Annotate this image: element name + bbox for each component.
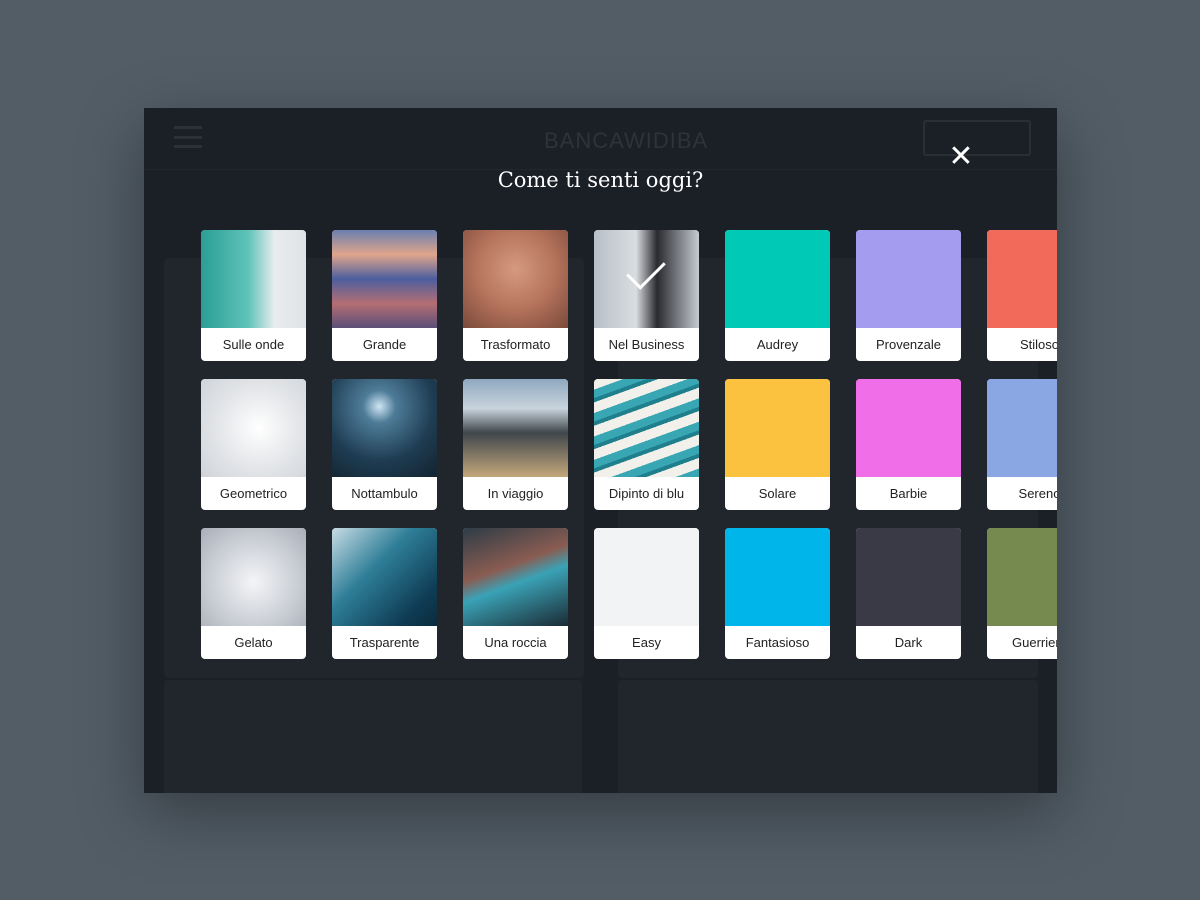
theme-preview: [594, 379, 699, 477]
theme-label: Sulle onde: [222, 337, 285, 352]
theme-preview: [463, 528, 568, 626]
theme-label: Una roccia: [484, 635, 547, 650]
theme-preview: [201, 528, 306, 626]
theme-picker-modal: BANCAWIDIBA Come ti senti oggi? ✕ Sulle …: [144, 108, 1057, 793]
theme-label: In viaggio: [487, 486, 544, 501]
theme-card[interactable]: Provenzale: [856, 230, 961, 361]
theme-preview: [594, 528, 699, 626]
menu-icon: [174, 126, 202, 148]
theme-label: Easy: [632, 635, 661, 650]
theme-card[interactable]: Easy: [594, 528, 699, 659]
theme-preview: [987, 528, 1057, 626]
close-icon[interactable]: ✕: [946, 142, 976, 172]
theme-label: Provenzale: [875, 337, 942, 352]
theme-label: Nel Business: [608, 337, 685, 352]
theme-card[interactable]: Barbie: [856, 379, 961, 510]
theme-card[interactable]: Una roccia: [463, 528, 568, 659]
theme-label: Dipinto di blu: [608, 486, 685, 501]
theme-label: Nottambulo: [351, 486, 418, 501]
theme-label: Fantasioso: [745, 635, 810, 650]
theme-preview: [201, 230, 306, 328]
theme-card[interactable]: Dipinto di blu: [594, 379, 699, 510]
background-panel: [164, 680, 582, 793]
theme-card[interactable]: Gelato: [201, 528, 306, 659]
theme-card[interactable]: Geometrico: [201, 379, 306, 510]
theme-card[interactable]: Grande: [332, 230, 437, 361]
theme-card[interactable]: Solare: [725, 379, 830, 510]
theme-label: Trasformato: [480, 337, 551, 352]
background-header: BANCAWIDIBA: [144, 108, 1057, 170]
theme-preview: [725, 379, 830, 477]
theme-card[interactable]: Trasparente: [332, 528, 437, 659]
theme-card[interactable]: Sulle onde: [201, 230, 306, 361]
theme-label: Gelato: [234, 635, 273, 650]
theme-preview: [725, 528, 830, 626]
theme-preview: [725, 230, 830, 328]
theme-label: Solare: [758, 486, 797, 501]
theme-label: Audrey: [756, 337, 799, 352]
theme-preview: [201, 379, 306, 477]
theme-card[interactable]: Dark: [856, 528, 961, 659]
theme-card[interactable]: Fantasioso: [725, 528, 830, 659]
theme-label: Guerriero: [1012, 635, 1057, 650]
theme-preview: [987, 379, 1057, 477]
theme-card[interactable]: Trasformato: [463, 230, 568, 361]
theme-label: Barbie: [889, 486, 928, 501]
theme-card[interactable]: Sereno: [987, 379, 1057, 510]
brand-logo: BANCAWIDIBA: [544, 128, 709, 153]
theme-preview: [987, 230, 1057, 328]
theme-card[interactable]: Nottambulo: [332, 379, 437, 510]
theme-preview: [332, 379, 437, 477]
theme-label: Stiloso: [1019, 337, 1057, 352]
theme-label: Grande: [362, 337, 407, 352]
theme-label: Geometrico: [219, 486, 288, 501]
theme-preview: [856, 528, 961, 626]
theme-preview: [856, 379, 961, 477]
theme-card[interactable]: Guerriero: [987, 528, 1057, 659]
background-panel: [618, 680, 1038, 793]
background-logout-button: [923, 120, 1031, 156]
theme-label: Sereno: [1018, 486, 1057, 501]
theme-label: Dark: [894, 635, 923, 650]
theme-preview: [332, 528, 437, 626]
modal-title: Come ti senti oggi?: [497, 168, 704, 192]
theme-preview: [463, 379, 568, 477]
theme-card[interactable]: Stiloso: [987, 230, 1057, 361]
theme-preview: [463, 230, 568, 328]
theme-preview: [332, 230, 437, 328]
theme-card[interactable]: In viaggio: [463, 379, 568, 510]
theme-preview: [856, 230, 961, 328]
theme-card[interactable]: Nel Business: [594, 230, 699, 361]
theme-card[interactable]: Audrey: [725, 230, 830, 361]
theme-label: Trasparente: [349, 635, 420, 650]
